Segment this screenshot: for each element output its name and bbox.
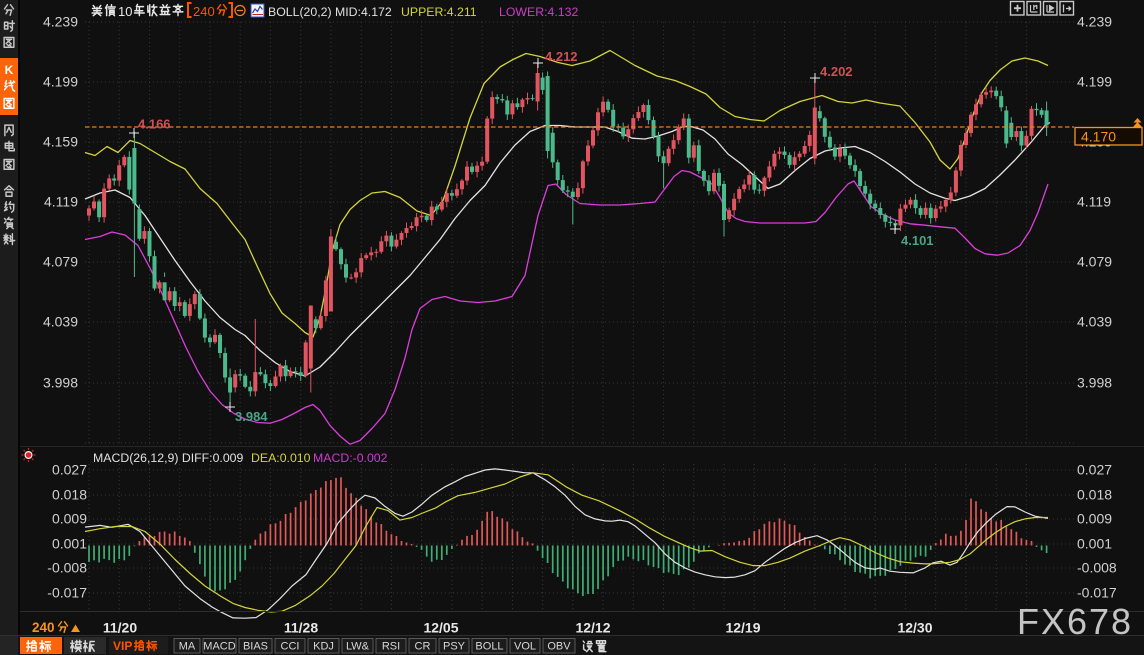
svg-text:0.027: 0.027	[1077, 462, 1112, 478]
svg-text:4.101: 4.101	[901, 233, 934, 248]
svg-text:0.001: 0.001	[1077, 536, 1112, 552]
svg-text:-0.008: -0.008	[47, 560, 87, 576]
svg-text:OBV: OBV	[547, 641, 571, 653]
svg-text:3.984: 3.984	[235, 409, 268, 424]
svg-text:CR: CR	[415, 641, 431, 653]
svg-text:4.239: 4.239	[1077, 14, 1112, 30]
svg-text:RSI: RSI	[382, 641, 400, 653]
svg-text:KDJ: KDJ	[313, 641, 334, 653]
svg-text:K: K	[5, 63, 14, 77]
svg-text:11/20: 11/20	[103, 620, 137, 636]
svg-text:4.079: 4.079	[43, 254, 78, 270]
svg-text:11/28: 11/28	[284, 620, 318, 636]
svg-text:VOL: VOL	[514, 641, 536, 653]
svg-text:4.119: 4.119	[44, 194, 78, 210]
svg-text:VIP: VIP	[113, 639, 132, 653]
svg-text:BIAS: BIAS	[243, 641, 268, 653]
svg-text:-0.017: -0.017	[47, 585, 87, 601]
svg-text:0.001: 0.001	[52, 536, 87, 552]
svg-text:4.199: 4.199	[1077, 74, 1112, 90]
svg-text:MACD(26,12,9) DIFF:0.009: MACD(26,12,9) DIFF:0.009	[93, 451, 244, 465]
svg-text:4.039: 4.039	[43, 314, 78, 330]
svg-text:240: 240	[193, 4, 215, 19]
svg-text:MACD:-0.002: MACD:-0.002	[313, 451, 388, 465]
svg-text:12/12: 12/12	[575, 620, 610, 636]
svg-text:DEA:0.010: DEA:0.010	[251, 451, 311, 465]
svg-text:4.202: 4.202	[820, 64, 853, 79]
svg-text:CCI: CCI	[281, 641, 300, 653]
svg-text:0.018: 0.018	[1077, 487, 1112, 503]
svg-text:4.119: 4.119	[1077, 194, 1111, 210]
svg-text:-0.017: -0.017	[1077, 585, 1117, 601]
svg-text:4.159: 4.159	[43, 134, 78, 150]
svg-text:LOWER:4.132: LOWER:4.132	[499, 5, 578, 19]
svg-text:4.212: 4.212	[545, 49, 578, 64]
svg-text:12/30: 12/30	[897, 620, 932, 636]
svg-text:3.998: 3.998	[1077, 375, 1112, 391]
svg-text:10: 10	[118, 4, 132, 19]
svg-text:4.170: 4.170	[1081, 129, 1116, 145]
svg-text:-0.008: -0.008	[1077, 560, 1117, 576]
svg-text:12/19: 12/19	[725, 620, 760, 636]
svg-text:0.009: 0.009	[52, 511, 87, 527]
svg-text:PSY: PSY	[443, 641, 466, 653]
svg-text:4.079: 4.079	[1077, 254, 1112, 270]
svg-text:4.199: 4.199	[43, 74, 78, 90]
svg-text:UPPER:4.211: UPPER:4.211	[401, 5, 477, 19]
svg-text:240: 240	[32, 620, 55, 635]
svg-text:4.239: 4.239	[43, 14, 78, 30]
svg-text:12/05: 12/05	[423, 620, 458, 636]
svg-text:BOLL(20,2) MID:4.172: BOLL(20,2) MID:4.172	[268, 5, 392, 19]
svg-text:MA: MA	[179, 641, 196, 653]
svg-text:4.039: 4.039	[1077, 314, 1112, 330]
svg-text:0.009: 0.009	[1077, 511, 1112, 527]
svg-text:LW&: LW&	[346, 641, 370, 653]
svg-text:FX678: FX678	[1017, 601, 1133, 642]
svg-text:4.166: 4.166	[138, 117, 171, 132]
svg-text:MACD: MACD	[203, 641, 235, 653]
svg-text:BOLL: BOLL	[475, 641, 503, 653]
svg-text:3.998: 3.998	[43, 375, 78, 391]
svg-text:0.027: 0.027	[52, 462, 87, 478]
svg-text:0.018: 0.018	[52, 487, 87, 503]
